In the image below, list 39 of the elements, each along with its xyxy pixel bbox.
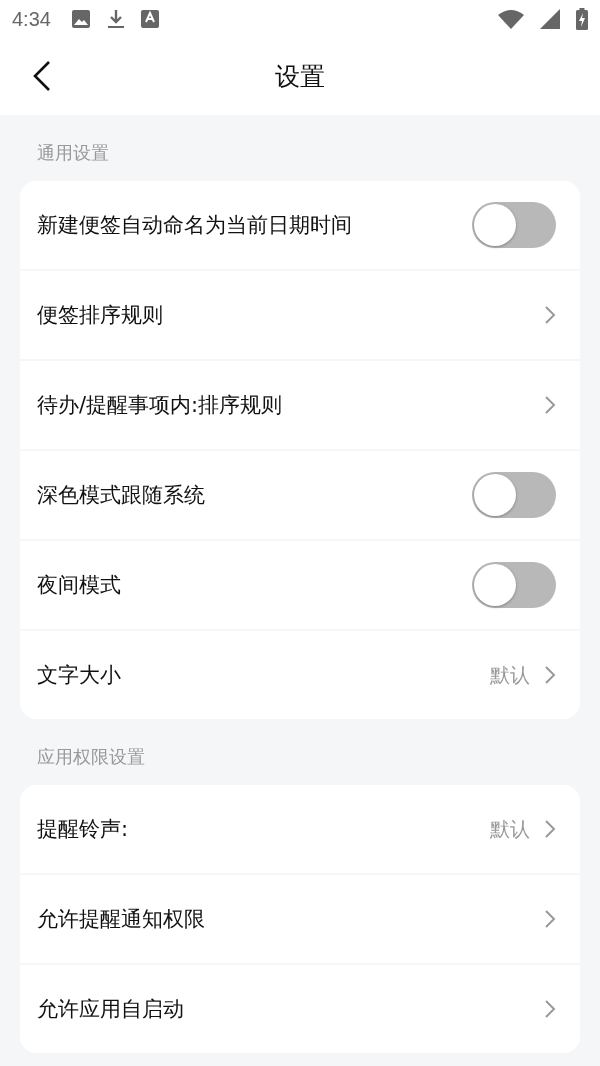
status-time: 4:34 [12,7,51,31]
row-label: 文字大小 [37,662,122,689]
row-label: 深色模式跟随系统 [37,482,206,509]
settings-row[interactable]: 便签排序规则 [20,269,580,359]
battery-icon [576,8,588,30]
row-label: 待办/提醒事项内:排序规则 [37,392,284,419]
settings-row[interactable]: 新建便签自动命名为当前日期时间 [20,181,580,269]
chevron-right-icon [544,909,556,929]
row-label: 新建便签自动命名为当前日期时间 [37,212,353,239]
settings-row[interactable]: 深色模式跟随系统 [20,449,580,539]
toggle-switch[interactable] [472,562,556,608]
settings-row[interactable]: 允许提醒通知权限 [20,873,580,963]
chevron-right-icon [544,665,556,685]
toggle-switch[interactable] [472,472,556,518]
settings-row[interactable]: 提醒铃声: 默认 [20,785,580,873]
section-title: 通用设置 [36,141,110,165]
row-value: 默认 [490,815,530,843]
download-icon [106,9,125,29]
back-icon[interactable] [32,60,52,92]
settings-row[interactable]: 待办/提醒事项内:排序规则 [20,359,580,449]
row-label: 提醒铃声: [37,816,130,843]
settings-row[interactable]: 夜间模式 [20,539,580,629]
row-label: 夜间模式 [37,572,122,599]
row-label: 便签排序规则 [37,302,164,329]
settings-row[interactable]: 允许应用自启动 [20,963,580,1053]
settings-row[interactable]: 文字大小 默认 [20,629,580,719]
row-label: 允许提醒通知权限 [37,906,206,933]
page-title: 设置 [275,61,325,93]
chevron-right-icon [544,999,556,1019]
row-value: 默认 [490,661,530,689]
toggle-switch[interactable] [472,202,556,248]
section-title: 应用权限设置 [36,745,146,769]
chevron-right-icon [544,305,556,325]
row-label: 允许应用自启动 [37,996,185,1023]
signal-icon [540,9,560,29]
image-icon [70,9,91,29]
chevron-right-icon [544,819,556,839]
chevron-right-icon [544,395,556,415]
wifi-icon [498,9,524,29]
